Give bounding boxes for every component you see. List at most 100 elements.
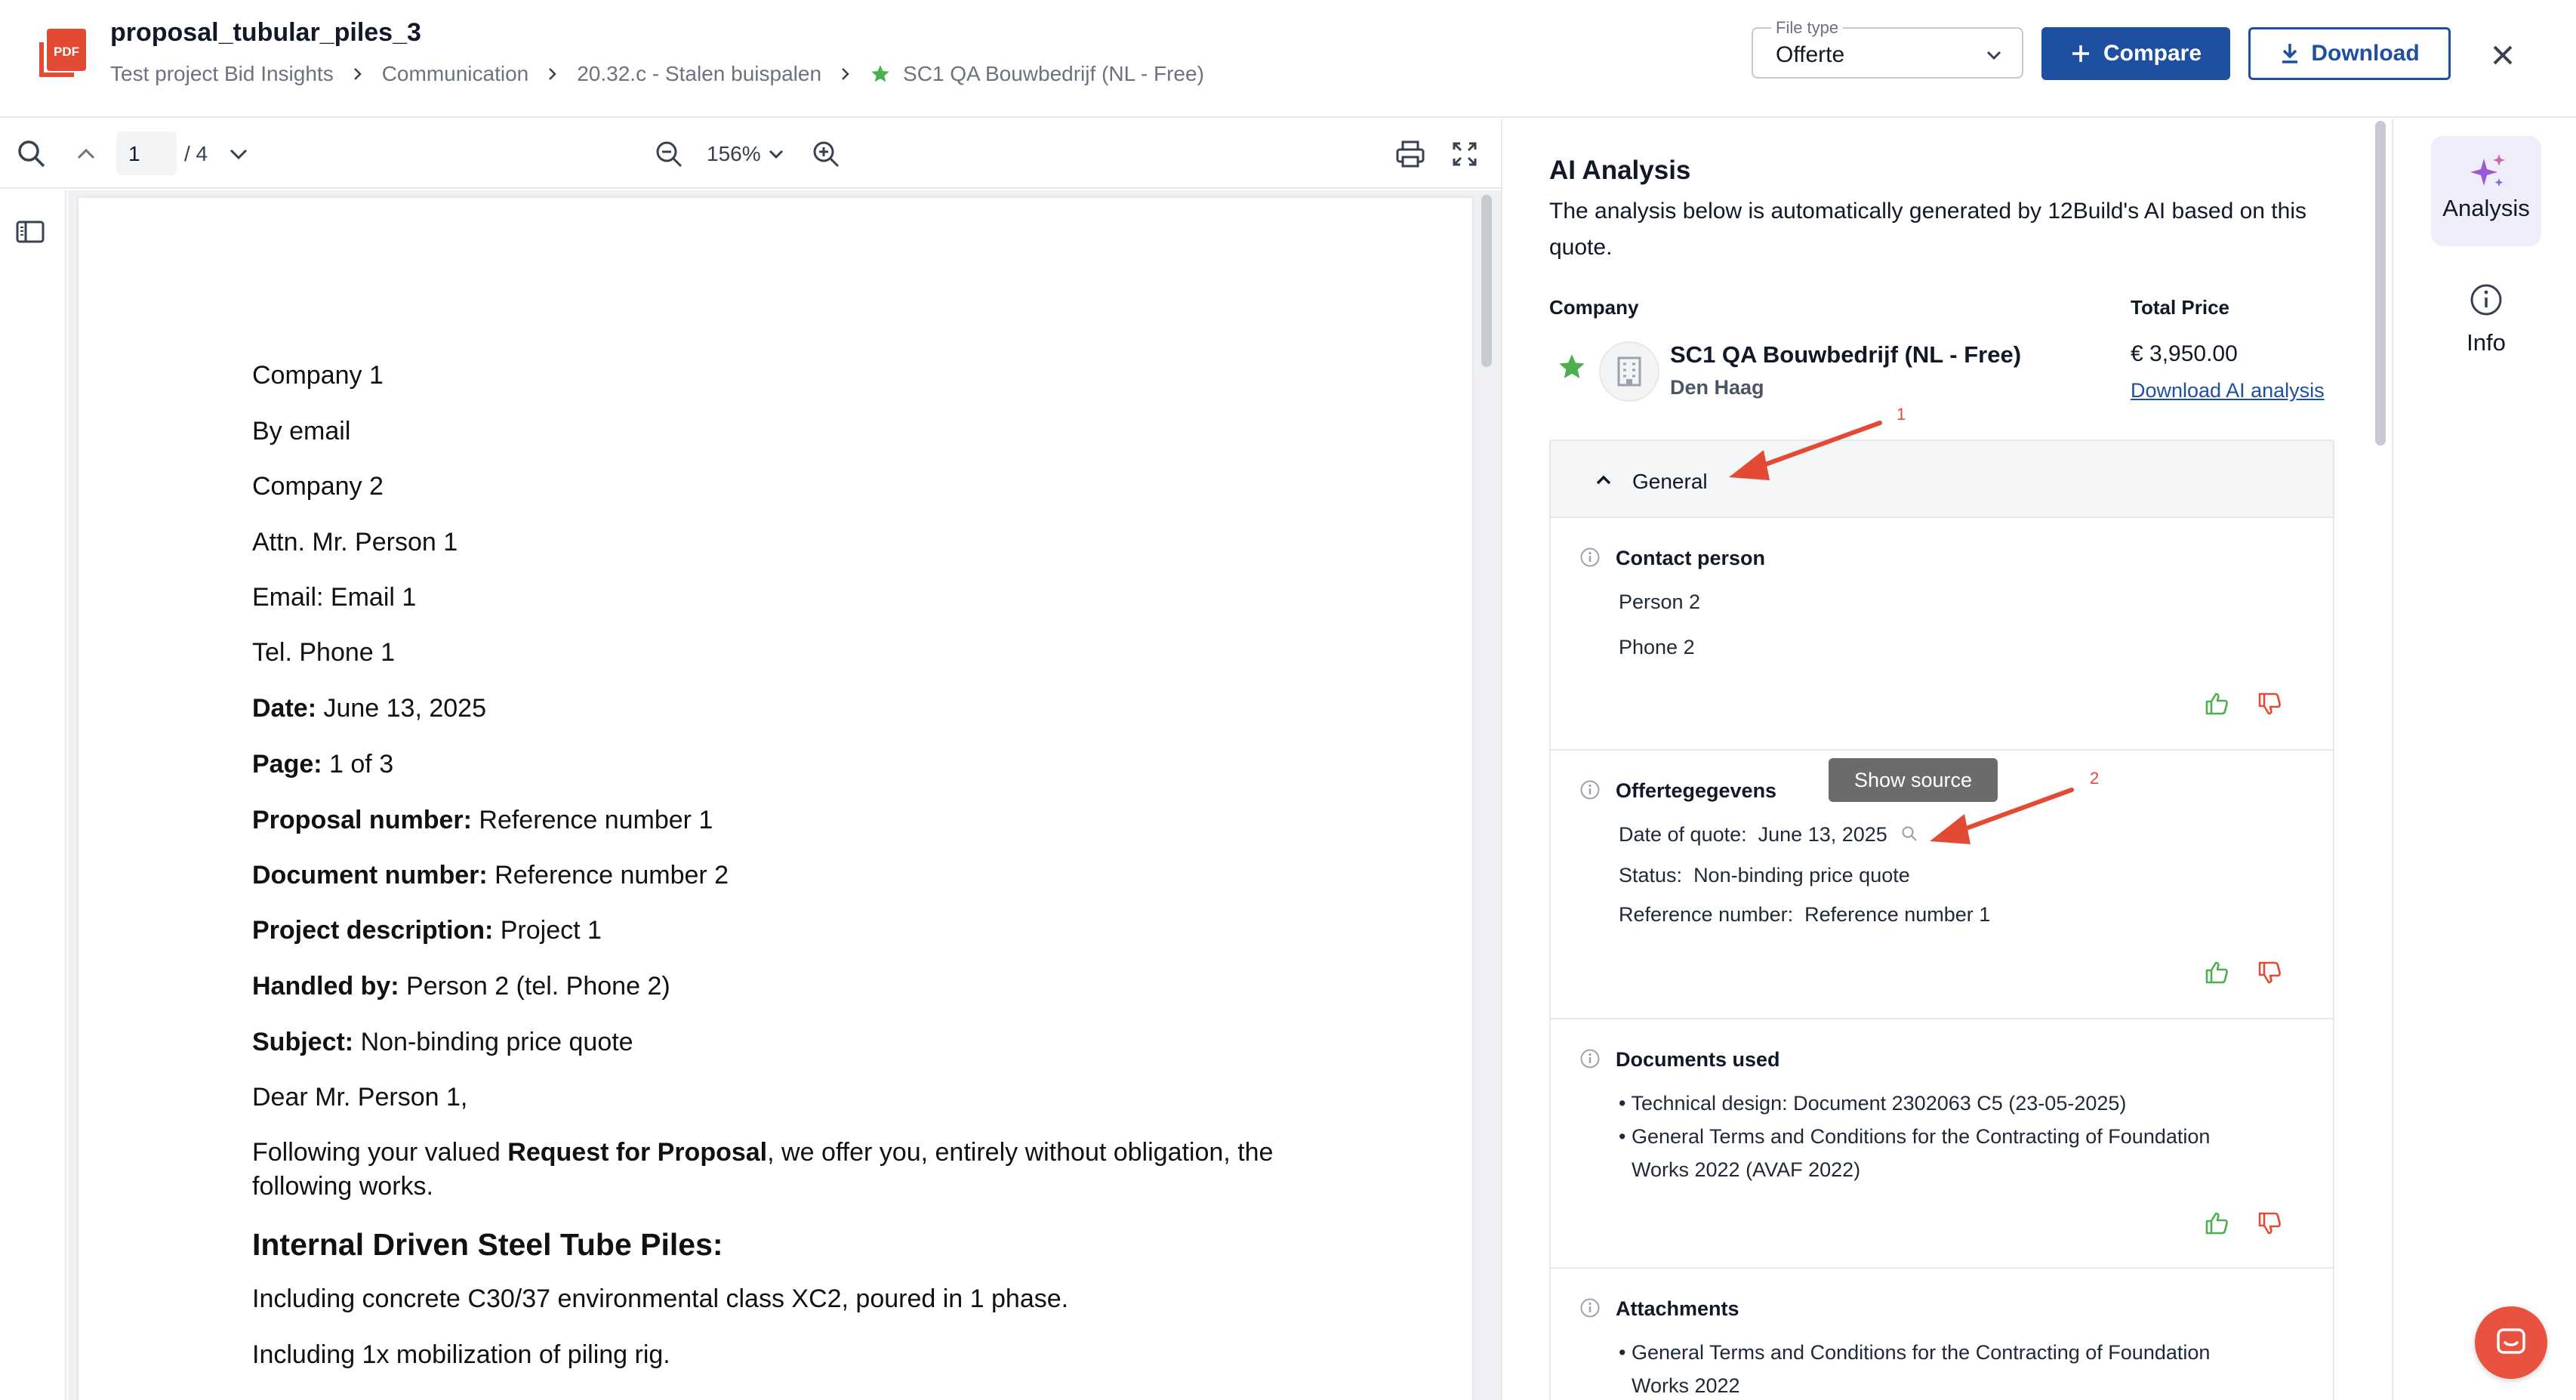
attachments-card: Attachments • General Terms and Conditio… xyxy=(1549,1269,2334,1400)
pdf-file-icon: PDF xyxy=(36,27,88,80)
total-price-column-header: Total Price xyxy=(2131,296,2230,319)
thumbs-up-icon[interactable] xyxy=(2203,1210,2230,1237)
info-icon[interactable] xyxy=(1579,779,1601,800)
fullscreen-icon[interactable] xyxy=(1448,137,1481,171)
chevron-down-icon[interactable] xyxy=(222,137,255,171)
page-total: / 4 xyxy=(184,142,208,165)
pdf-line: Company 1 xyxy=(252,361,384,390)
compare-label: Compare xyxy=(2103,41,2202,66)
company-column-header: Company xyxy=(1549,296,1639,319)
info-icon[interactable] xyxy=(1579,547,1601,568)
show-source-icon[interactable] xyxy=(1900,825,1918,843)
contact-person-card: Contact person Person 2 Phone 2 xyxy=(1549,518,2334,751)
info-icon xyxy=(2470,284,2502,316)
page-number-input[interactable]: 1 xyxy=(116,131,177,175)
field-value: Reference number 1 xyxy=(1804,903,1991,926)
card-line: • Technical design: Document 2302063 C5 … xyxy=(1619,1092,2127,1115)
annotation-arrow-2 xyxy=(1930,788,2074,844)
field-label: Date of quote: xyxy=(1619,823,1747,846)
compare-button[interactable]: Compare xyxy=(2041,27,2230,80)
chevron-right-icon xyxy=(838,66,853,82)
app-header: PDF proposal_tubular_piles_3 Test projec… xyxy=(0,0,2576,118)
document-title: proposal_tubular_piles_3 xyxy=(110,18,421,47)
documents-used-card: Documents used • Technical design: Docum… xyxy=(1549,1019,2334,1269)
sidebar-divider xyxy=(2392,119,2393,1400)
breadcrumb: Test project Bid Insights Communication … xyxy=(110,62,1204,86)
breadcrumb-item-communication[interactable]: Communication xyxy=(382,62,529,86)
field-label: Status: xyxy=(1619,864,1683,887)
total-price: € 3,950.00 xyxy=(2131,341,2238,366)
pdf-line: Attn. Mr. Person 1 xyxy=(252,528,458,557)
sidebar-toggle-icon[interactable] xyxy=(15,219,45,245)
pdf-line: Following your valued Request for Propos… xyxy=(252,1138,1274,1167)
thumbs-up-icon[interactable] xyxy=(2203,959,2230,986)
chevron-up-icon xyxy=(1592,468,1616,492)
status-row: Status: Non-binding price quote xyxy=(1619,864,1910,887)
tab-info[interactable]: Info xyxy=(2431,279,2541,362)
card-line: Works 2022 xyxy=(1632,1374,1740,1397)
tab-info-label: Info xyxy=(2467,329,2506,356)
card-line: Phone 2 xyxy=(1619,636,1695,658)
tab-analysis-label: Analysis xyxy=(2442,195,2530,221)
thumbs-up-icon[interactable] xyxy=(2203,690,2230,717)
chat-icon xyxy=(2497,1328,2525,1354)
star-icon xyxy=(870,63,891,85)
chat-launcher-button[interactable] xyxy=(2475,1306,2547,1379)
card-line: Works 2022 (AVAF 2022) xyxy=(1632,1158,1861,1181)
thumbs-down-icon[interactable] xyxy=(2256,1210,2283,1237)
breadcrumb-item-lot[interactable]: 20.32.c - Stalen buispalen xyxy=(577,62,821,86)
file-type-select[interactable]: File type Offerte xyxy=(1752,18,2023,79)
print-icon[interactable] xyxy=(1394,137,1427,171)
breadcrumb-item-project[interactable]: Test project Bid Insights xyxy=(110,62,334,86)
card-title: Offertegegevens xyxy=(1616,779,1777,802)
company-name: SC1 QA Bouwbedrijf (NL - Free) xyxy=(1670,341,2022,368)
info-icon[interactable] xyxy=(1579,1048,1601,1069)
zoom-out-icon[interactable] xyxy=(652,137,686,171)
download-button[interactable]: Download xyxy=(2248,27,2451,80)
pdf-page: Company 1 By email Company 2 Attn. Mr. P… xyxy=(79,198,1472,1400)
zoom-in-icon[interactable] xyxy=(809,137,843,171)
general-section-toggle[interactable]: General xyxy=(1549,439,2334,518)
download-ai-analysis-link[interactable]: Download AI analysis xyxy=(2131,379,2325,402)
chevron-right-icon xyxy=(545,66,560,82)
thumbs-down-icon[interactable] xyxy=(2256,959,2283,986)
thumbs-down-icon[interactable] xyxy=(2256,690,2283,717)
general-section-label: General xyxy=(1632,470,1708,493)
annotation-arrow-1 xyxy=(1729,421,1882,480)
annotation-label-2: 2 xyxy=(2090,769,2100,788)
zoom-level[interactable]: 156% xyxy=(707,142,761,166)
pdf-line: Dear Mr. Person 1, xyxy=(252,1083,468,1112)
thumbnail-rail xyxy=(0,190,66,1400)
close-icon[interactable] xyxy=(2484,36,2522,74)
pdf-line: Tel. Phone 1 xyxy=(252,638,396,667)
pdf-scrollbar[interactable] xyxy=(1481,195,1492,367)
info-icon[interactable] xyxy=(1579,1297,1601,1318)
annotation-label-1: 1 xyxy=(1897,405,1906,424)
pdf-heading: Internal Driven Steel Tube Piles: xyxy=(252,1227,723,1262)
pdf-viewer-toolbar: 1 / 4 156% xyxy=(0,119,1501,189)
file-type-label: File type xyxy=(1771,18,1844,38)
field-label: Reference number: xyxy=(1619,903,1794,926)
analysis-scrollbar[interactable] xyxy=(2375,121,2386,446)
star-icon[interactable] xyxy=(1557,352,1587,382)
pdf-line: Project description: Project 1 xyxy=(252,916,602,945)
date-of-quote-row: Date of quote: June 13, 2025 xyxy=(1619,823,1918,846)
pdf-line: By email xyxy=(252,417,351,446)
reference-number-row: Reference number: Reference number 1 xyxy=(1619,903,1990,927)
pdf-line: Company 2 xyxy=(252,472,384,501)
card-line: • General Terms and Conditions for the C… xyxy=(1619,1341,2211,1364)
chevron-down-icon[interactable] xyxy=(760,137,793,171)
pdf-line: Subject: Non-binding price quote xyxy=(252,1028,633,1056)
breadcrumb-item-company[interactable]: SC1 QA Bouwbedrijf (NL - Free) xyxy=(903,62,1204,86)
card-title: Attachments xyxy=(1616,1297,1739,1320)
pdf-line: Handled by: Person 2 (tel. Phone 2) xyxy=(252,972,670,1001)
tab-analysis[interactable]: Analysis xyxy=(2431,136,2541,246)
pdf-line: Date: June 13, 2025 xyxy=(252,694,486,723)
pdf-line: Proposal number: Reference number 1 xyxy=(252,806,713,834)
download-label: Download xyxy=(2311,41,2420,66)
pdf-line: Page: 1 of 3 xyxy=(252,750,394,779)
search-icon[interactable] xyxy=(15,137,48,171)
chevron-up-icon[interactable] xyxy=(69,137,103,171)
sparkle-icon xyxy=(2470,154,2505,187)
file-type-value: Offerte xyxy=(1776,42,1845,67)
